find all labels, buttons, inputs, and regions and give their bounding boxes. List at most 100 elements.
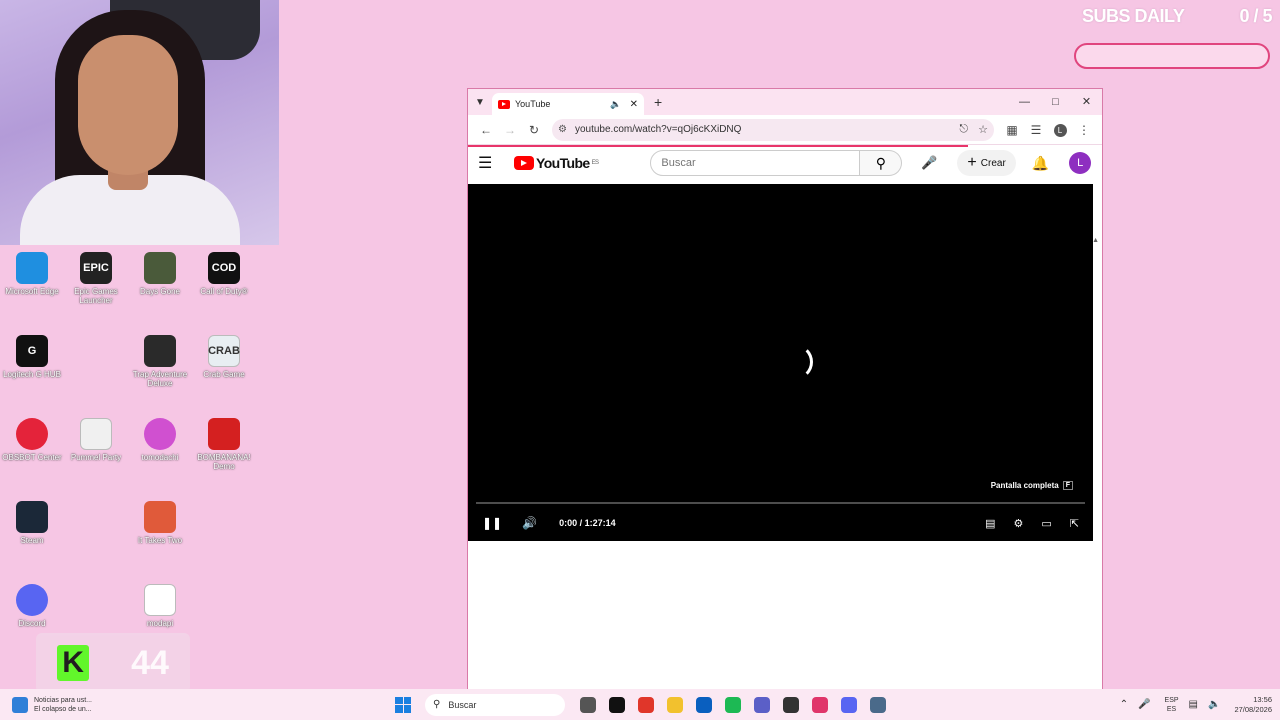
minimize-button[interactable]: —: [1009, 89, 1040, 115]
search-box: ⚲: [650, 150, 903, 176]
taskbar-app-icon[interactable]: [863, 690, 892, 719]
notifications-icon[interactable]: 🔔: [1032, 155, 1049, 172]
tab-youtube[interactable]: YouTube 🔈 ✕: [492, 93, 644, 115]
desktop-icon[interactable]: Steam: [0, 501, 64, 545]
tab-audio-icon[interactable]: 🔈: [610, 99, 621, 110]
media-control-icon[interactable]: ☰: [1024, 123, 1048, 137]
voice-search-icon[interactable]: 🎤: [916, 150, 942, 176]
pause-button[interactable]: ❚❚: [482, 516, 502, 530]
app-icon: [144, 335, 176, 367]
desktop-icon-label: Call of Duty®: [200, 287, 248, 296]
desktop-icon[interactable]: modapi: [128, 584, 192, 628]
desktop-icon-label: Trap Adventure Deluxe: [132, 370, 188, 388]
taskbar-app-icon[interactable]: [602, 690, 631, 719]
desktop-icon-label: Days Gone: [139, 287, 181, 296]
desktop-icon-label: Crab Game: [203, 370, 245, 379]
desktop-icon[interactable]: CRAB Crab Game: [192, 335, 256, 379]
browser-menu-icon[interactable]: ⋮: [1072, 123, 1096, 137]
theater-mode-icon[interactable]: ▭: [1041, 517, 1051, 530]
chevron-up-icon[interactable]: ⌃: [1120, 699, 1128, 710]
taskbar-app-icon[interactable]: [747, 690, 776, 719]
time-display: 0:00 / 1:27:14: [559, 518, 616, 528]
new-tab-button[interactable]: +: [654, 94, 662, 110]
taskbar-app-icon[interactable]: [776, 690, 805, 719]
forward-button[interactable]: →: [498, 123, 522, 137]
install-app-icon[interactable]: ⎋: [959, 123, 968, 136]
progress-bar[interactable]: [476, 502, 1085, 504]
desktop-icon[interactable]: Trap Adventure Deluxe: [128, 335, 192, 388]
bookmark-star-icon[interactable]: ☆: [978, 123, 988, 136]
profile-button[interactable]: L: [1048, 122, 1072, 137]
kick-viewer-count: 44: [131, 643, 169, 682]
taskbar-app-icon[interactable]: [660, 690, 689, 719]
back-button[interactable]: ←: [474, 123, 498, 137]
url-text[interactable]: youtube.com/watch?v=qOj6cKXiDNQ: [575, 124, 949, 135]
menu-icon[interactable]: ☰: [478, 153, 506, 173]
tab-search-icon[interactable]: ▼: [468, 97, 492, 108]
fullscreen-tooltip-text: Pantalla completa: [990, 481, 1059, 490]
youtube-logo-text: YouTube: [536, 155, 590, 171]
desktop-icon[interactable]: BOMBANANA! Demo: [192, 418, 256, 471]
tab-title: YouTube: [515, 99, 551, 109]
subs-progress-bar: [1074, 43, 1270, 69]
webcam-overlay: [0, 0, 279, 245]
news-widget[interactable]: Noticias para ust... El colapso de un...: [12, 696, 172, 714]
nav-bar: ← → ↻ ⚙ youtube.com/watch?v=qOj6cKXiDNQ …: [468, 115, 1102, 145]
site-info-icon[interactable]: ⚙: [558, 124, 567, 135]
create-label: Crear: [980, 157, 1006, 169]
desktop-icon[interactable]: COD Call of Duty®: [192, 252, 256, 296]
reload-button[interactable]: ↻: [522, 123, 546, 137]
taskbar-app-icon[interactable]: [805, 690, 834, 719]
desktop-icon-label: Discord: [18, 619, 46, 628]
desktop-icon[interactable]: Pummel Party: [64, 418, 128, 462]
kick-logo-icon: K: [57, 645, 90, 681]
scrollbar-up-arrow[interactable]: ▲: [1092, 237, 1099, 244]
desktop-icon[interactable]: OBSBOT Center: [0, 418, 64, 462]
start-button[interactable]: [395, 696, 411, 713]
taskbar-app-icon[interactable]: [573, 690, 602, 719]
volume-icon[interactable]: 🔊: [522, 516, 537, 530]
desktop-icon[interactable]: Discord: [0, 584, 64, 628]
desktop-icon[interactable]: tomodachi: [128, 418, 192, 462]
taskbar-app-icon[interactable]: [834, 690, 863, 719]
clock[interactable]: 13:56 27/08/2026: [1234, 695, 1272, 715]
network-icon[interactable]: ▤: [1189, 699, 1198, 710]
microphone-icon[interactable]: 🎤: [1138, 699, 1150, 710]
subtitles-icon[interactable]: ▤: [985, 517, 995, 530]
taskbar-app-icon[interactable]: [689, 690, 718, 719]
desktop-icon-label: tomodachi: [141, 453, 179, 462]
taskbar: Noticias para ust... El colapso de un...…: [0, 689, 1280, 720]
search-icon: ⚲: [875, 154, 887, 171]
desktop-icon[interactable]: EPIC Epic Games Launcher: [64, 252, 128, 305]
settings-gear-icon[interactable]: ⚙: [1014, 517, 1024, 530]
tab-close-icon[interactable]: ✕: [630, 99, 638, 110]
video-player[interactable]: Pantalla completa F ❚❚ 🔊 0:00 / 1:27:14 …: [468, 184, 1093, 541]
taskbar-search-label: Buscar: [448, 699, 477, 710]
search-icon: ⚲: [433, 699, 441, 710]
desktop-icon[interactable]: Days Gone: [128, 252, 192, 296]
page-load-progress: [468, 145, 968, 147]
desktop-icon[interactable]: Microsoft Edge: [0, 252, 64, 296]
desktop-icon[interactable]: It Takes Two: [128, 501, 192, 545]
desktop-icon[interactable]: G Logitech G HUB: [0, 335, 64, 379]
address-bar[interactable]: ⚙ youtube.com/watch?v=qOj6cKXiDNQ ⎋ ☆: [552, 118, 994, 141]
close-window-button[interactable]: ✕: [1071, 89, 1102, 115]
search-button[interactable]: ⚲: [860, 150, 903, 176]
extensions-icon[interactable]: ▦: [1000, 123, 1024, 137]
system-tray: ⌃ 🎤 ESP ES ▤ 🔈 13:56 27/08/2026: [1110, 689, 1272, 720]
search-input[interactable]: [650, 150, 861, 176]
app-icon: [144, 252, 176, 284]
language-indicator[interactable]: ESP ES: [1165, 696, 1179, 714]
fullscreen-icon[interactable]: ⇱: [1070, 517, 1079, 530]
account-avatar[interactable]: L: [1069, 152, 1092, 174]
create-button[interactable]: + Crear: [957, 150, 1016, 176]
youtube-play-icon: [514, 156, 534, 170]
player-controls: ❚❚ 🔊 0:00 / 1:27:14 ▤ ⚙ ▭ ⇱: [468, 508, 1093, 538]
maximize-button[interactable]: □: [1040, 89, 1071, 115]
speaker-icon[interactable]: 🔈: [1208, 699, 1220, 710]
desktop-icon-label: Steam: [20, 536, 44, 545]
taskbar-app-icon[interactable]: [631, 690, 660, 719]
youtube-logo[interactable]: YouTube ES: [514, 155, 599, 171]
taskbar-search[interactable]: ⚲ Buscar: [425, 693, 565, 716]
taskbar-app-icon[interactable]: [718, 690, 747, 719]
